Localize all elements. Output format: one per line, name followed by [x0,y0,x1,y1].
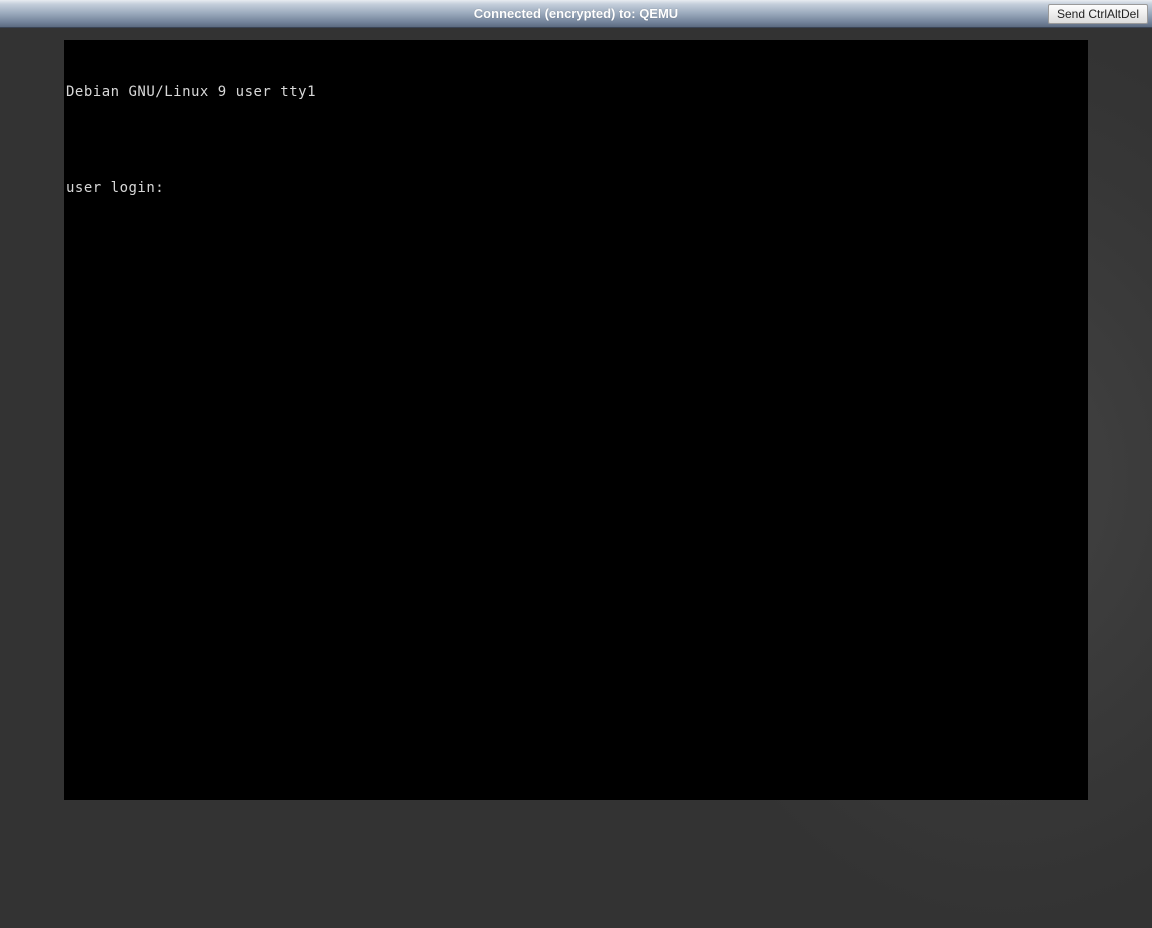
vnc-topbar: Connected (encrypted) to: QEMU Send Ctrl… [0,0,1152,28]
send-ctrl-alt-del-button[interactable]: Send CtrlAltDel [1048,4,1148,24]
tty-console[interactable]: Debian GNU/Linux 9 user tty1 user login: [64,40,1088,800]
console-banner-line: Debian GNU/Linux 9 user tty1 [64,84,1088,100]
console-viewport: Debian GNU/Linux 9 user tty1 user login: [0,28,1152,800]
text-cursor-icon [166,182,174,196]
login-prompt-text: user login: [66,180,164,196]
console-login-prompt: user login: [64,180,1088,196]
console-blank-line [64,132,1088,148]
connection-status: Connected (encrypted) to: QEMU [474,6,678,21]
